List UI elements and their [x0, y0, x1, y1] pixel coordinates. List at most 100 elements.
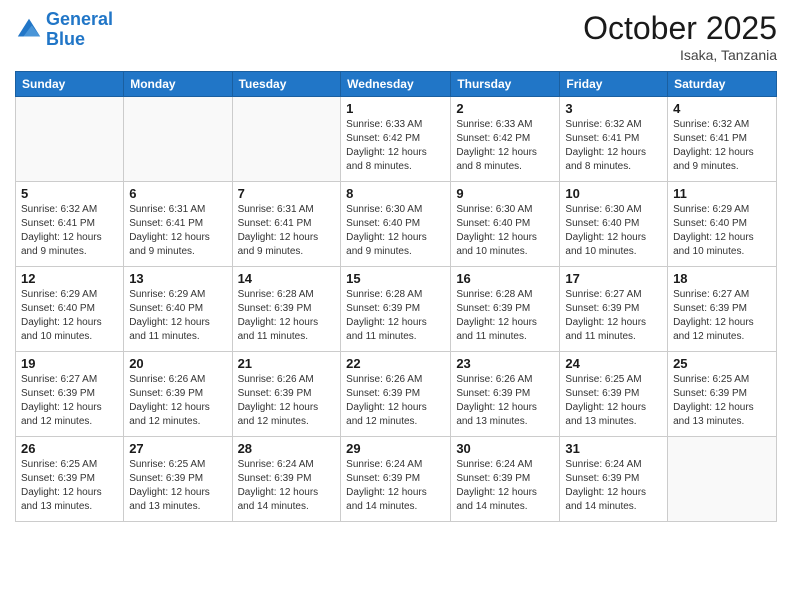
day-number: 21 [238, 356, 336, 371]
day-number: 14 [238, 271, 336, 286]
day-number: 28 [238, 441, 336, 456]
week-row-1: 1 Sunrise: 6:33 AMSunset: 6:42 PMDaylight… [16, 97, 777, 182]
calendar-cell [232, 97, 341, 182]
day-number: 19 [21, 356, 118, 371]
calendar-cell: 10Sunrise: 6:30 AMSunset: 6:40 PMDayligh… [560, 182, 668, 267]
cell-info: Sunrise: 6:26 AMSunset: 6:39 PMDaylight:… [346, 373, 445, 429]
cell-info: Sunrise: 6:31 AMSunset: 6:41 PMDaylight:… [238, 203, 336, 259]
cell-info: Sunrise: 6:30 AMSunset: 6:40 PMDaylight:… [456, 203, 554, 259]
calendar-cell: 11 Sunrise: 6:29 AMSunset: 6:40 PMDayligh… [668, 182, 777, 267]
weekday-header-thursday: Thursday [451, 72, 560, 97]
day-number: 22 [346, 356, 445, 371]
page: General Blue October 2025 Isaka, Tanzani… [0, 0, 792, 612]
cell-info: Sunrise: 6:24 AMSunset: 6:39 PMDaylight:… [346, 458, 445, 514]
calendar-header: SundayMondayTuesdayWednesdayThursdayFrid… [16, 72, 777, 97]
cell-info: Sunrise: 6:24 AMSunset: 6:39 PMDaylight:… [565, 458, 662, 514]
calendar-cell: 30 Sunrise: 6:24 AMSunset: 6:39 PMDayligh… [451, 437, 560, 522]
cell-info: Sunrise: 6:28 AMSunset: 6:39 PMDaylight:… [346, 288, 445, 344]
cell-info: Sunrise: 6:31 AMSunset: 6:41 PMDaylight:… [129, 203, 226, 259]
calendar-cell: 1 Sunrise: 6:33 AMSunset: 6:42 PMDaylight… [341, 97, 451, 182]
day-number: 26 [21, 441, 118, 456]
calendar-cell: 31 Sunrise: 6:24 AMSunset: 6:39 PMDayligh… [560, 437, 668, 522]
day-number: 11 [673, 186, 771, 201]
calendar-cell [668, 437, 777, 522]
calendar-cell: 15 Sunrise: 6:28 AMSunset: 6:39 PMDayligh… [341, 267, 451, 352]
cell-info: Sunrise: 6:29 AMSunset: 6:40 PMDaylight:… [129, 288, 226, 344]
calendar-cell: 23 Sunrise: 6:26 AMSunset: 6:39 PMDayligh… [451, 352, 560, 437]
calendar-cell: 29 Sunrise: 6:24 AMSunset: 6:39 PMDayligh… [341, 437, 451, 522]
cell-info: Sunrise: 6:26 AMSunset: 6:39 PMDaylight:… [456, 373, 554, 429]
calendar-cell: 17Sunrise: 6:27 AMSunset: 6:39 PMDayligh… [560, 267, 668, 352]
weekday-header-row: SundayMondayTuesdayWednesdayThursdayFrid… [16, 72, 777, 97]
cell-info: Sunrise: 6:32 AMSunset: 6:41 PMDaylight:… [21, 203, 118, 259]
cell-info: Sunrise: 6:30 AMSunset: 6:40 PMDaylight:… [346, 203, 445, 259]
week-row-2: 5Sunrise: 6:32 AMSunset: 6:41 PMDaylight… [16, 182, 777, 267]
day-number: 23 [456, 356, 554, 371]
calendar-cell: 9 Sunrise: 6:30 AMSunset: 6:40 PMDaylight… [451, 182, 560, 267]
calendar-cell: 25Sunrise: 6:25 AMSunset: 6:39 PMDayligh… [668, 352, 777, 437]
day-number: 7 [238, 186, 336, 201]
month-title: October 2025 [583, 10, 777, 47]
cell-info: Sunrise: 6:24 AMSunset: 6:39 PMDaylight:… [238, 458, 336, 514]
calendar-cell [16, 97, 124, 182]
header: General Blue October 2025 Isaka, Tanzani… [15, 10, 777, 63]
cell-info: Sunrise: 6:29 AMSunset: 6:40 PMDaylight:… [21, 288, 118, 344]
calendar: SundayMondayTuesdayWednesdayThursdayFrid… [15, 71, 777, 522]
cell-info: Sunrise: 6:33 AMSunset: 6:42 PMDaylight:… [456, 118, 554, 174]
cell-info: Sunrise: 6:27 AMSunset: 6:39 PMDaylight:… [673, 288, 771, 344]
day-number: 1 [346, 101, 445, 116]
title-block: October 2025 Isaka, Tanzania [583, 10, 777, 63]
day-number: 17 [565, 271, 662, 286]
cell-info: Sunrise: 6:33 AMSunset: 6:42 PMDaylight:… [346, 118, 445, 174]
calendar-cell: 19Sunrise: 6:27 AMSunset: 6:39 PMDayligh… [16, 352, 124, 437]
calendar-body: 1 Sunrise: 6:33 AMSunset: 6:42 PMDaylight… [16, 97, 777, 522]
calendar-cell: 27 Sunrise: 6:25 AMSunset: 6:39 PMDayligh… [124, 437, 232, 522]
day-number: 31 [565, 441, 662, 456]
day-number: 10 [565, 186, 662, 201]
calendar-cell: 12Sunrise: 6:29 AMSunset: 6:40 PMDayligh… [16, 267, 124, 352]
calendar-cell: 13Sunrise: 6:29 AMSunset: 6:40 PMDayligh… [124, 267, 232, 352]
week-row-5: 26 Sunrise: 6:25 AMSunset: 6:39 PMDayligh… [16, 437, 777, 522]
calendar-cell: 7 Sunrise: 6:31 AMSunset: 6:41 PMDaylight… [232, 182, 341, 267]
calendar-cell: 8Sunrise: 6:30 AMSunset: 6:40 PMDaylight… [341, 182, 451, 267]
calendar-cell: 28 Sunrise: 6:24 AMSunset: 6:39 PMDayligh… [232, 437, 341, 522]
calendar-cell: 3 Sunrise: 6:32 AMSunset: 6:41 PMDaylight… [560, 97, 668, 182]
cell-info: Sunrise: 6:26 AMSunset: 6:39 PMDaylight:… [238, 373, 336, 429]
calendar-cell: 6 Sunrise: 6:31 AMSunset: 6:41 PMDaylight… [124, 182, 232, 267]
day-number: 9 [456, 186, 554, 201]
logo: General Blue [15, 10, 113, 50]
calendar-cell: 24 Sunrise: 6:25 AMSunset: 6:39 PMDayligh… [560, 352, 668, 437]
cell-info: Sunrise: 6:25 AMSunset: 6:39 PMDaylight:… [21, 458, 118, 514]
weekday-header-monday: Monday [124, 72, 232, 97]
calendar-cell: 26 Sunrise: 6:25 AMSunset: 6:39 PMDayligh… [16, 437, 124, 522]
logo-text: General Blue [46, 10, 113, 50]
weekday-header-sunday: Sunday [16, 72, 124, 97]
day-number: 30 [456, 441, 554, 456]
weekday-header-saturday: Saturday [668, 72, 777, 97]
cell-info: Sunrise: 6:25 AMSunset: 6:39 PMDaylight:… [129, 458, 226, 514]
logo-general: General [46, 9, 113, 29]
day-number: 6 [129, 186, 226, 201]
cell-info: Sunrise: 6:32 AMSunset: 6:41 PMDaylight:… [673, 118, 771, 174]
calendar-cell [124, 97, 232, 182]
day-number: 24 [565, 356, 662, 371]
day-number: 18 [673, 271, 771, 286]
day-number: 20 [129, 356, 226, 371]
cell-info: Sunrise: 6:29 AMSunset: 6:40 PMDaylight:… [673, 203, 771, 259]
logo-icon [15, 16, 43, 44]
cell-info: Sunrise: 6:25 AMSunset: 6:39 PMDaylight:… [565, 373, 662, 429]
day-number: 29 [346, 441, 445, 456]
day-number: 3 [565, 101, 662, 116]
cell-info: Sunrise: 6:32 AMSunset: 6:41 PMDaylight:… [565, 118, 662, 174]
day-number: 16 [456, 271, 554, 286]
weekday-header-tuesday: Tuesday [232, 72, 341, 97]
day-number: 27 [129, 441, 226, 456]
cell-info: Sunrise: 6:24 AMSunset: 6:39 PMDaylight:… [456, 458, 554, 514]
cell-info: Sunrise: 6:28 AMSunset: 6:39 PMDaylight:… [456, 288, 554, 344]
calendar-cell: 21 Sunrise: 6:26 AMSunset: 6:39 PMDayligh… [232, 352, 341, 437]
weekday-header-friday: Friday [560, 72, 668, 97]
calendar-cell: 4Sunrise: 6:32 AMSunset: 6:41 PMDaylight… [668, 97, 777, 182]
day-number: 15 [346, 271, 445, 286]
day-number: 25 [673, 356, 771, 371]
location: Isaka, Tanzania [583, 47, 777, 63]
